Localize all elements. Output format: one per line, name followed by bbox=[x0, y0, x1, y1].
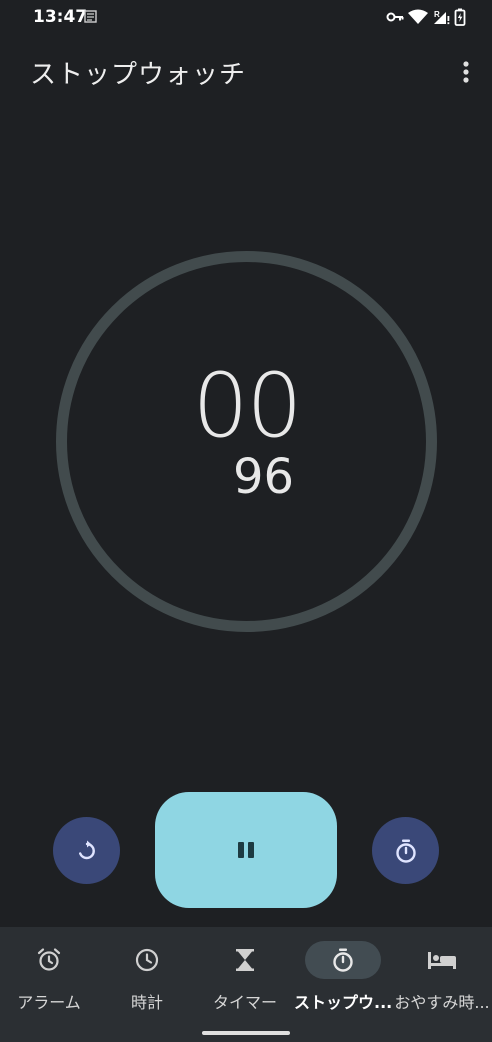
more-options-button[interactable] bbox=[450, 56, 482, 88]
elapsed-hundredths: 96 bbox=[233, 449, 295, 505]
bed-icon bbox=[428, 952, 456, 969]
wifi-icon bbox=[408, 9, 428, 24]
nav-item-stopwatch[interactable]: ストップウ... bbox=[294, 941, 392, 1021]
nav-icon-container bbox=[109, 941, 185, 979]
nav-icon-container bbox=[404, 941, 480, 979]
cell-signal-roaming-icon: R bbox=[434, 10, 450, 25]
reset-button[interactable] bbox=[53, 817, 120, 884]
nav-icon-container-active bbox=[305, 941, 381, 979]
alarm-icon bbox=[37, 948, 61, 971]
nav-item-bedtime[interactable]: おやすみ時... bbox=[392, 941, 492, 1021]
lap-button[interactable] bbox=[372, 817, 439, 884]
nav-item-clock[interactable]: 時計 bbox=[98, 941, 196, 1021]
clock-icon bbox=[135, 948, 159, 972]
vpn-key-icon bbox=[386, 12, 404, 22]
bottom-navigation: アラーム 時計 タイマー ストップウ... おやすみ時... bbox=[0, 927, 492, 1042]
nav-icon-container bbox=[207, 941, 283, 979]
status-icons: R bbox=[386, 8, 466, 26]
nav-label-stopwatch: ストップウ... bbox=[294, 993, 392, 1012]
home-indicator[interactable] bbox=[202, 1031, 290, 1035]
battery-charging-icon bbox=[454, 8, 466, 26]
stopwatch-icon bbox=[333, 948, 353, 972]
elapsed-seconds: 00 bbox=[192, 354, 303, 457]
reset-icon bbox=[78, 840, 95, 859]
stopwatch-screen: 13:47 R ストップウォッチ 00 96 アラーム 時計 タイマー ストップ… bbox=[0, 0, 492, 1042]
svg-text:R: R bbox=[434, 10, 440, 19]
status-bar: 13:47 R bbox=[0, 0, 492, 36]
nav-label-alarm: アラーム bbox=[17, 993, 81, 1012]
nav-item-timer[interactable]: タイマー bbox=[196, 941, 294, 1021]
nav-label-bedtime: おやすみ時... bbox=[394, 993, 490, 1012]
nav-icon-container bbox=[11, 941, 87, 979]
pause-button[interactable] bbox=[155, 792, 337, 908]
lap-timer-icon bbox=[395, 839, 416, 863]
stopwatch-dial: 00 96 bbox=[55, 250, 438, 633]
pause-icon bbox=[238, 842, 254, 858]
notification-icon bbox=[84, 10, 97, 23]
nav-item-alarm[interactable]: アラーム bbox=[0, 941, 98, 1021]
hourglass-icon bbox=[236, 949, 254, 971]
page-title: ストップウォッチ bbox=[30, 60, 247, 90]
nav-label-timer: タイマー bbox=[212, 993, 277, 1012]
nav-label-clock: 時計 bbox=[130, 993, 163, 1012]
more-vert-icon bbox=[463, 61, 469, 83]
status-time: 13:47 bbox=[33, 7, 88, 27]
